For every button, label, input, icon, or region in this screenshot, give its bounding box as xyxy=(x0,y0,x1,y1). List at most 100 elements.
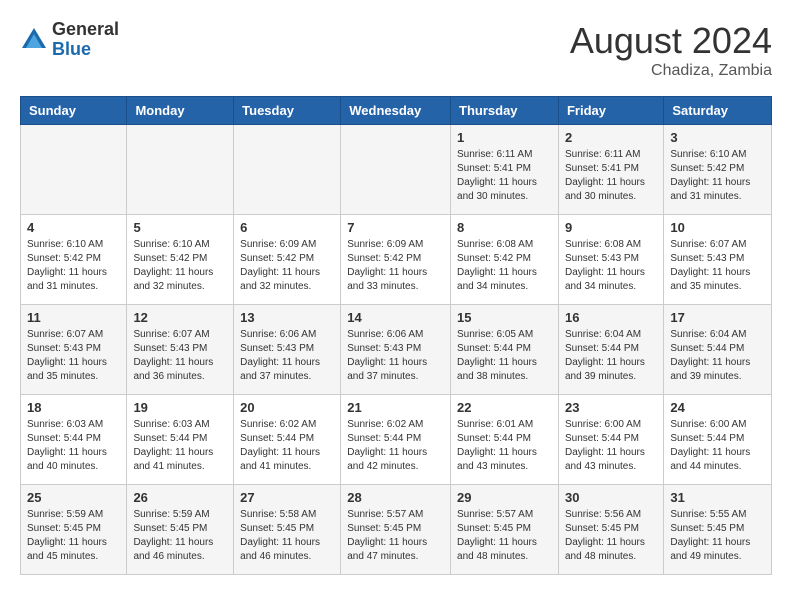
header-cell-monday: Monday xyxy=(127,97,234,125)
day-number: 30 xyxy=(565,490,657,505)
day-number: 3 xyxy=(670,130,765,145)
day-number: 19 xyxy=(133,400,227,415)
day-cell: 13 Sunrise: 6:06 AM Sunset: 5:43 PM Dayli… xyxy=(234,305,341,395)
day-info: Sunrise: 5:59 AM Sunset: 5:45 PM Dayligh… xyxy=(27,508,120,564)
week-row-2: 4 Sunrise: 6:10 AM Sunset: 5:42 PM Daylig… xyxy=(21,215,772,305)
day-cell: 3 Sunrise: 6:10 AM Sunset: 5:42 PM Daylig… xyxy=(664,125,772,215)
day-info: Sunrise: 6:09 AM Sunset: 5:42 PM Dayligh… xyxy=(347,238,444,294)
day-cell: 14Sunrise: 6:06 AM Sunset: 5:43 PM Dayli… xyxy=(341,305,451,395)
day-cell: 20 Sunrise: 6:02 AM Sunset: 5:44 PM Dayli… xyxy=(234,395,341,485)
page-header: General Blue August 2024 Chadiza, Zambia xyxy=(20,20,772,80)
day-number: 22 xyxy=(457,400,552,415)
day-cell: 9Sunrise: 6:08 AM Sunset: 5:43 PM Daylig… xyxy=(558,215,663,305)
day-info: Sunrise: 6:03 AM Sunset: 5:44 PM Dayligh… xyxy=(27,418,120,474)
logo-text: General Blue xyxy=(52,20,119,60)
week-row-4: 18 Sunrise: 6:03 AM Sunset: 5:44 PM Dayli… xyxy=(21,395,772,485)
day-info: Sunrise: 6:00 AM Sunset: 5:44 PM Dayligh… xyxy=(565,418,657,474)
logo-icon xyxy=(20,26,48,54)
day-info: Sunrise: 5:57 AM Sunset: 5:45 PM Dayligh… xyxy=(347,508,444,564)
day-number: 17 xyxy=(670,310,765,325)
day-info: Sunrise: 6:07 AM Sunset: 5:43 PM Dayligh… xyxy=(27,328,120,384)
day-number: 25 xyxy=(27,490,120,505)
day-cell: 31 Sunrise: 5:55 AM Sunset: 5:45 PM Dayli… xyxy=(664,485,772,575)
day-number: 4 xyxy=(27,220,120,235)
day-cell: 5Sunrise: 6:10 AM Sunset: 5:42 PM Daylig… xyxy=(127,215,234,305)
header-cell-wednesday: Wednesday xyxy=(341,97,451,125)
day-info: Sunrise: 6:00 AM Sunset: 5:44 PM Dayligh… xyxy=(670,418,765,474)
header-cell-friday: Friday xyxy=(558,97,663,125)
day-info: Sunrise: 5:56 AM Sunset: 5:45 PM Dayligh… xyxy=(565,508,657,564)
header-cell-thursday: Thursday xyxy=(451,97,559,125)
day-info: Sunrise: 6:02 AM Sunset: 5:44 PM Dayligh… xyxy=(240,418,334,474)
day-number: 7 xyxy=(347,220,444,235)
day-cell: 26Sunrise: 5:59 AM Sunset: 5:45 PM Dayli… xyxy=(127,485,234,575)
location-title: Chadiza, Zambia xyxy=(570,62,772,80)
day-number: 6 xyxy=(240,220,334,235)
day-cell: 18 Sunrise: 6:03 AM Sunset: 5:44 PM Dayli… xyxy=(21,395,127,485)
day-info: Sunrise: 6:11 AM Sunset: 5:41 PM Dayligh… xyxy=(565,148,657,204)
day-cell: 29 Sunrise: 5:57 AM Sunset: 5:45 PM Dayli… xyxy=(451,485,559,575)
day-info: Sunrise: 5:57 AM Sunset: 5:45 PM Dayligh… xyxy=(457,508,552,564)
day-number: 29 xyxy=(457,490,552,505)
day-number: 26 xyxy=(133,490,227,505)
day-info: Sunrise: 6:07 AM Sunset: 5:43 PM Dayligh… xyxy=(133,328,227,384)
day-number: 12 xyxy=(133,310,227,325)
month-title: August 2024 xyxy=(570,20,772,62)
day-info: Sunrise: 5:55 AM Sunset: 5:45 PM Dayligh… xyxy=(670,508,765,564)
day-cell: 6Sunrise: 6:09 AM Sunset: 5:42 PM Daylig… xyxy=(234,215,341,305)
day-number: 23 xyxy=(565,400,657,415)
logo-general: General xyxy=(52,20,119,40)
day-info: Sunrise: 6:06 AM Sunset: 5:43 PM Dayligh… xyxy=(240,328,334,384)
day-number: 20 xyxy=(240,400,334,415)
header-cell-tuesday: Tuesday xyxy=(234,97,341,125)
day-cell: 16Sunrise: 6:04 AM Sunset: 5:44 PM Dayli… xyxy=(558,305,663,395)
day-cell xyxy=(21,125,127,215)
day-cell: 27Sunrise: 5:58 AM Sunset: 5:45 PM Dayli… xyxy=(234,485,341,575)
day-number: 13 xyxy=(240,310,334,325)
logo: General Blue xyxy=(20,20,119,60)
day-info: Sunrise: 6:10 AM Sunset: 5:42 PM Dayligh… xyxy=(133,238,227,294)
day-cell: 17Sunrise: 6:04 AM Sunset: 5:44 PM Dayli… xyxy=(664,305,772,395)
day-info: Sunrise: 6:04 AM Sunset: 5:44 PM Dayligh… xyxy=(565,328,657,384)
day-number: 31 xyxy=(670,490,765,505)
day-info: Sunrise: 6:10 AM Sunset: 5:42 PM Dayligh… xyxy=(27,238,120,294)
day-info: Sunrise: 6:02 AM Sunset: 5:44 PM Dayligh… xyxy=(347,418,444,474)
day-number: 28 xyxy=(347,490,444,505)
day-cell: 23 Sunrise: 6:00 AM Sunset: 5:44 PM Dayli… xyxy=(558,395,663,485)
day-number: 2 xyxy=(565,130,657,145)
day-cell: 28 Sunrise: 5:57 AM Sunset: 5:45 PM Dayli… xyxy=(341,485,451,575)
day-info: Sunrise: 6:06 AM Sunset: 5:43 PM Dayligh… xyxy=(347,328,444,384)
day-number: 24 xyxy=(670,400,765,415)
week-row-3: 11Sunrise: 6:07 AM Sunset: 5:43 PM Dayli… xyxy=(21,305,772,395)
day-cell: 11Sunrise: 6:07 AM Sunset: 5:43 PM Dayli… xyxy=(21,305,127,395)
header-row: SundayMondayTuesdayWednesdayThursdayFrid… xyxy=(21,97,772,125)
day-cell xyxy=(127,125,234,215)
calendar-table: SundayMondayTuesdayWednesdayThursdayFrid… xyxy=(20,96,772,575)
day-cell: 4 Sunrise: 6:10 AM Sunset: 5:42 PM Daylig… xyxy=(21,215,127,305)
day-cell: 21 Sunrise: 6:02 AM Sunset: 5:44 PM Dayli… xyxy=(341,395,451,485)
header-cell-saturday: Saturday xyxy=(664,97,772,125)
day-cell xyxy=(234,125,341,215)
day-cell: 10 Sunrise: 6:07 AM Sunset: 5:43 PM Dayli… xyxy=(664,215,772,305)
day-info: Sunrise: 6:11 AM Sunset: 5:41 PM Dayligh… xyxy=(457,148,552,204)
logo-blue: Blue xyxy=(52,40,119,60)
day-cell: 30 Sunrise: 5:56 AM Sunset: 5:45 PM Dayli… xyxy=(558,485,663,575)
day-cell: 24 Sunrise: 6:00 AM Sunset: 5:44 PM Dayli… xyxy=(664,395,772,485)
day-number: 8 xyxy=(457,220,552,235)
day-number: 10 xyxy=(670,220,765,235)
day-cell xyxy=(341,125,451,215)
day-info: Sunrise: 6:05 AM Sunset: 5:44 PM Dayligh… xyxy=(457,328,552,384)
day-info: Sunrise: 5:58 AM Sunset: 5:45 PM Dayligh… xyxy=(240,508,334,564)
day-cell: 19Sunrise: 6:03 AM Sunset: 5:44 PM Dayli… xyxy=(127,395,234,485)
day-info: Sunrise: 6:08 AM Sunset: 5:43 PM Dayligh… xyxy=(565,238,657,294)
day-number: 1 xyxy=(457,130,552,145)
day-cell: 2 Sunrise: 6:11 AM Sunset: 5:41 PM Daylig… xyxy=(558,125,663,215)
day-number: 18 xyxy=(27,400,120,415)
day-number: 21 xyxy=(347,400,444,415)
day-info: Sunrise: 6:01 AM Sunset: 5:44 PM Dayligh… xyxy=(457,418,552,474)
day-cell: 8Sunrise: 6:08 AM Sunset: 5:42 PM Daylig… xyxy=(451,215,559,305)
day-info: Sunrise: 6:07 AM Sunset: 5:43 PM Dayligh… xyxy=(670,238,765,294)
day-info: Sunrise: 6:10 AM Sunset: 5:42 PM Dayligh… xyxy=(670,148,765,204)
calendar-body: 1 Sunrise: 6:11 AM Sunset: 5:41 PM Daylig… xyxy=(21,125,772,575)
day-cell: 7 Sunrise: 6:09 AM Sunset: 5:42 PM Daylig… xyxy=(341,215,451,305)
